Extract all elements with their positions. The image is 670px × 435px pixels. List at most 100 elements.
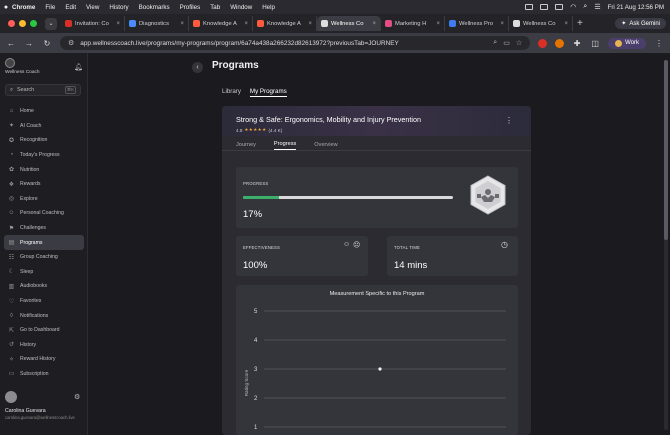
tab-search-icon[interactable]: ⌄ xyxy=(45,17,57,30)
sidebar-item-today-s-progress[interactable]: ◔ Today's Progress xyxy=(4,148,84,163)
notification-bell-icon[interactable]: 🔔︎ xyxy=(74,63,83,71)
menu-profiles[interactable]: Profiles xyxy=(180,4,201,11)
sidebar-item-home[interactable]: ⌂ Home xyxy=(4,104,84,119)
data-point[interactable] xyxy=(378,367,382,371)
close-tab-icon[interactable]: × xyxy=(372,21,376,27)
sidebar-item-reward-history[interactable]: ✧ Reward History xyxy=(4,352,84,367)
close-tab-icon[interactable]: × xyxy=(180,21,184,27)
tab-favicon-icon xyxy=(449,20,456,27)
battery-icon[interactable] xyxy=(555,4,564,10)
extension-orange-icon[interactable] xyxy=(555,38,565,48)
chrome-menu-icon[interactable]: ⋮ xyxy=(654,39,664,48)
sidebar-item-notifications[interactable]: ◊ Notifications xyxy=(4,308,84,323)
sidebar-search[interactable]: ⌕ Search ⌘K xyxy=(5,84,81,96)
cast-icon[interactable]: ▭ xyxy=(503,39,510,47)
browser-tab[interactable]: Wellness Pro × xyxy=(445,16,509,31)
sidepanel-icon[interactable]: ◫ xyxy=(590,39,600,48)
browser-tab[interactable]: Wellness Co × xyxy=(509,16,573,31)
dashboard-icon: ⇱ xyxy=(8,327,15,334)
menu-file[interactable]: File xyxy=(45,4,55,11)
browser-tab[interactable]: Knowledge A × xyxy=(189,16,253,31)
extension-red-icon[interactable] xyxy=(538,38,548,48)
brand[interactable]: Wellness Coach xyxy=(5,58,40,75)
menu-help[interactable]: Help xyxy=(262,4,275,11)
menu-edit[interactable]: Edit xyxy=(65,4,76,11)
reload-icon[interactable]: ↻ xyxy=(42,39,52,48)
sidebar-item-label: Today's Progress xyxy=(20,152,60,159)
screen-icon[interactable] xyxy=(525,4,534,10)
sidebar-item-recognition[interactable]: ✪ Recognition xyxy=(4,133,84,148)
close-tab-icon[interactable]: × xyxy=(116,21,120,27)
sidebar-item-nutrition[interactable]: ✿ Nutrition xyxy=(4,162,84,177)
back-arrow-icon[interactable]: ← xyxy=(6,39,16,48)
wifi-icon[interactable]: ◠ xyxy=(570,3,576,11)
subscription-icon: ▭ xyxy=(8,371,15,378)
tab-title: Wellness Pro xyxy=(459,20,494,27)
zoom-window-button[interactable] xyxy=(30,20,37,27)
tab-journey[interactable]: Journey xyxy=(236,142,256,150)
tab-my-programs[interactable]: My Programs xyxy=(249,88,287,97)
menu-app-name[interactable]: Chrome xyxy=(12,4,35,11)
forward-arrow-icon[interactable]: → xyxy=(24,39,34,48)
close-tab-icon[interactable]: × xyxy=(500,21,504,27)
more-options-icon[interactable]: ⋮ xyxy=(505,116,513,125)
ask-gemini-button[interactable]: ✦ Ask Gemini xyxy=(615,18,666,29)
y-tick-label: 1 xyxy=(254,425,258,431)
browser-tab[interactable]: Wellness Co × xyxy=(317,16,381,31)
back-button[interactable]: ‹ xyxy=(192,62,203,73)
tab-library[interactable]: Library xyxy=(222,88,241,97)
sidebar-item-favorites[interactable]: ♡ Favorites xyxy=(4,294,84,309)
browser-tab[interactable]: Marketing H × xyxy=(381,16,445,31)
scrollbar-thumb[interactable] xyxy=(664,60,668,240)
sidebar-item-programs[interactable]: ▤ Programs xyxy=(4,235,84,250)
tab-overview[interactable]: Overview xyxy=(314,142,337,150)
browser-tab-bar: ⌄ Invitation: Co × Diagnostics × Knowledge A… xyxy=(0,14,670,33)
sidebar-item-personal-coaching[interactable]: ☺ Personal Coaching xyxy=(4,206,84,221)
extension-status-icon[interactable] xyxy=(540,4,549,10)
sidebar-item-go-to-dashboard[interactable]: ⇱ Go to Dashboard xyxy=(4,323,84,338)
url-text[interactable]: app.wellnesscoach.live/programs/my-progr… xyxy=(80,40,487,47)
menubar-clock[interactable]: Fri 21 Aug 12:56 PM xyxy=(608,4,664,11)
browser-tab[interactable]: Invitation: Co × xyxy=(61,16,125,31)
sidebar-item-challenges[interactable]: ⚑ Challenges xyxy=(4,221,84,236)
close-tab-icon[interactable]: × xyxy=(564,21,568,27)
close-tab-icon[interactable]: × xyxy=(308,21,312,27)
settings-gear-icon[interactable]: ⚙ xyxy=(74,393,80,401)
close-window-button[interactable] xyxy=(8,20,15,27)
close-tab-icon[interactable]: × xyxy=(436,21,440,27)
browser-tab[interactable]: Knowledge A × xyxy=(253,16,317,31)
menu-window[interactable]: Window xyxy=(230,4,252,11)
browser-tab[interactable]: Diagnostics × xyxy=(125,16,189,31)
apple-icon[interactable]: ● xyxy=(0,4,12,11)
sidebar-item-history[interactable]: ↺ History xyxy=(4,338,84,353)
bookmark-star-icon[interactable]: ☆ xyxy=(516,39,522,47)
sidebar-item-sleep[interactable]: ☾ Sleep xyxy=(4,265,84,280)
sidebar-item-subscription[interactable]: ▭ Subscription xyxy=(4,367,84,382)
extensions-puzzle-icon[interactable]: ✚ xyxy=(572,39,582,48)
menu-view[interactable]: View xyxy=(86,4,99,11)
tab-favicon-icon xyxy=(385,20,392,27)
site-info-icon[interactable]: ⚙ xyxy=(68,39,74,47)
sidebar-item-explore[interactable]: ◎ Explore xyxy=(4,192,84,207)
avatar[interactable] xyxy=(5,391,17,403)
zoom-icon[interactable]: ⌕ xyxy=(493,39,497,47)
sidebar-item-group-coaching[interactable]: ☷ Group Coaching xyxy=(4,250,84,265)
minimize-window-button[interactable] xyxy=(19,20,26,27)
menu-history[interactable]: History xyxy=(109,4,128,11)
address-bar[interactable]: ⚙ app.wellnesscoach.live/programs/my-pro… xyxy=(60,36,531,50)
new-tab-button[interactable]: + xyxy=(577,18,583,29)
menu-bookmarks[interactable]: Bookmarks xyxy=(139,4,170,11)
profile-button[interactable]: Work xyxy=(608,37,646,49)
control-center-icon[interactable]: ☰ xyxy=(594,3,600,11)
tab-title: Knowledge A xyxy=(203,20,237,27)
sidebar-item-rewards[interactable]: ❖ Rewards xyxy=(4,177,84,192)
tab-progress[interactable]: Progress xyxy=(273,141,297,150)
page-scrollbar[interactable] xyxy=(664,60,668,430)
search-spotlight-icon[interactable]: ⌕ xyxy=(583,3,587,11)
sparkle-icon: ✦ xyxy=(8,123,15,130)
sidebar-item-ai-coach[interactable]: ✦ AI Coach xyxy=(4,119,84,134)
menu-tab[interactable]: Tab xyxy=(210,4,220,11)
close-tab-icon[interactable]: × xyxy=(244,21,248,27)
sidebar-item-audiobooks[interactable]: ▥ Audiobooks xyxy=(4,279,84,294)
user-profile[interactable]: ⚙ Carolina Guevara carolina.guevara@well… xyxy=(5,391,85,420)
